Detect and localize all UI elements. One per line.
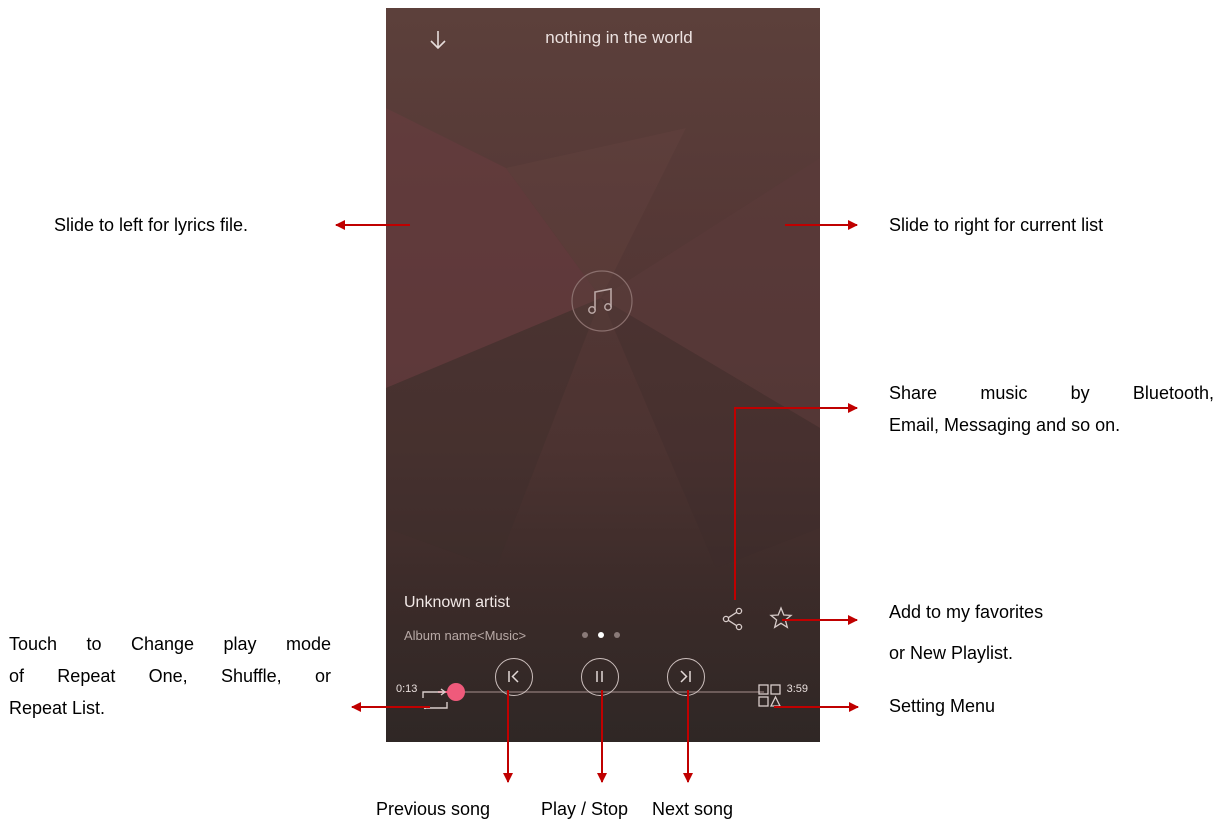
slide-right-annotation: Slide to right for current list xyxy=(889,215,1104,235)
next-song-annotation: Next song xyxy=(652,799,734,819)
favorites-annotation-line2: or New Playlist. xyxy=(889,643,1014,663)
share-annotation-line1: Share music by Bluetooth, xyxy=(889,383,1214,403)
arrow-share xyxy=(734,403,858,600)
share-annotation-line2: Email, Messaging and so on. xyxy=(889,415,1121,435)
previous-song-annotation: Previous song xyxy=(376,799,491,819)
setting-menu-annotation: Setting Menu xyxy=(889,696,996,716)
play-mode-annotation-line3: Repeat List. xyxy=(9,698,106,718)
slide-left-annotation: Slide to left for lyrics file. xyxy=(54,215,249,235)
favorites-annotation-line1: Add to my favorites xyxy=(889,602,1044,622)
play-mode-annotation-line2: of Repeat One, Shuffle, or xyxy=(9,666,331,686)
play-stop-annotation: Play / Stop xyxy=(541,799,629,819)
play-mode-annotation-line1: Touch to Change play mode xyxy=(9,634,331,654)
